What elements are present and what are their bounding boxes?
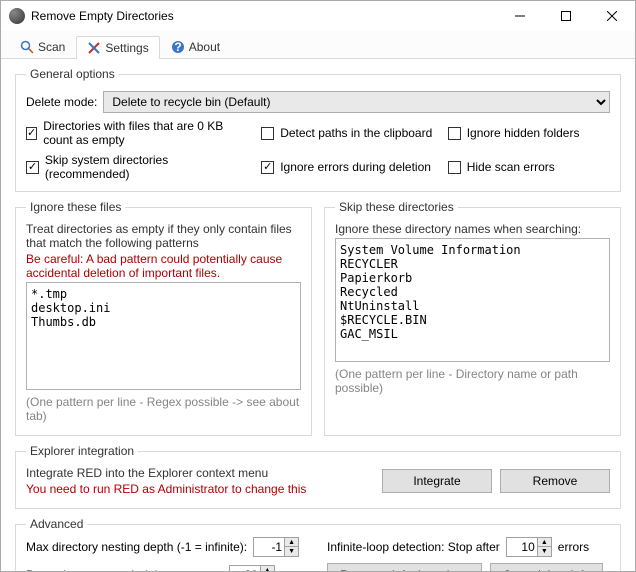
explorer-legend: Explorer integration <box>26 444 138 458</box>
explorer-integration-group: Explorer integration Integrate RED into … <box>15 444 621 509</box>
question-icon: ? <box>171 40 185 54</box>
general-legend: General options <box>26 67 119 81</box>
tab-settings[interactable]: Settings <box>76 36 159 59</box>
skip-dirs-textarea[interactable] <box>335 238 610 362</box>
spin-up-icon[interactable]: ▲ <box>284 538 298 547</box>
copy-debug-button[interactable]: Copy debug info <box>490 563 603 571</box>
delete-mode-label: Delete mode: <box>26 95 97 109</box>
tab-scan-label: Scan <box>38 40 65 54</box>
loop-input[interactable] <box>507 538 537 556</box>
loop-label: Infinite-loop detection: Stop after <box>327 540 500 554</box>
checkmark-icon <box>26 127 37 140</box>
checkmark-icon <box>261 161 274 174</box>
checkbox-ignore-hidden[interactable]: Ignore hidden folders <box>448 119 610 147</box>
checkbox-zero-kb[interactable]: Directories with files that are 0 KB cou… <box>26 119 253 147</box>
ignore-files-group: Ignore these files Treat directories as … <box>15 200 312 436</box>
checkbox-hide-errors[interactable]: Hide scan errors <box>448 153 610 181</box>
close-button[interactable] <box>589 1 635 31</box>
checkbox-ignore-errors[interactable]: Ignore errors during deletion <box>261 153 440 181</box>
skip-dirs-group: Skip these directories Ignore these dire… <box>324 200 621 436</box>
pause-label: Pause between each delete process: <box>26 568 223 571</box>
max-depth-stepper[interactable]: ▲▼ <box>253 537 299 557</box>
delete-mode-select[interactable]: Delete to recycle bin (Default) <box>103 91 610 113</box>
minimize-button[interactable] <box>497 1 543 31</box>
loop-stepper[interactable]: ▲▼ <box>506 537 552 557</box>
tab-scan[interactable]: Scan <box>9 35 76 58</box>
advanced-legend: Advanced <box>26 517 87 531</box>
ignore-files-hint: (One pattern per line - Regex possible -… <box>26 395 301 423</box>
tab-settings-label: Settings <box>105 41 148 55</box>
magnifier-icon <box>20 40 34 54</box>
spin-down-icon[interactable]: ▼ <box>537 547 551 556</box>
advanced-group: Advanced Max directory nesting depth (-1… <box>15 517 621 571</box>
pause-unit: ms <box>281 568 297 571</box>
tab-about[interactable]: ? About <box>160 35 231 58</box>
spin-down-icon[interactable]: ▼ <box>284 547 298 556</box>
ignore-files-warning: Be careful: A bad pattern could potentia… <box>26 252 301 280</box>
titlebar: Remove Empty Directories <box>1 1 635 31</box>
loop-unit: errors <box>558 540 589 554</box>
svg-text:?: ? <box>174 40 181 54</box>
skip-dirs-desc: Ignore these directory names when search… <box>335 222 610 236</box>
tab-about-label: About <box>189 40 220 54</box>
checkbox-skip-system[interactable]: Skip system directories (recommended) <box>26 153 253 181</box>
ignore-files-textarea[interactable] <box>26 282 301 390</box>
skip-dirs-hint: (One pattern per line - Directory name o… <box>335 367 610 395</box>
ignore-files-desc: Treat directories as empty if they only … <box>26 222 301 250</box>
spin-up-icon[interactable]: ▲ <box>537 538 551 547</box>
explorer-warn: You need to run RED as Administrator to … <box>26 482 374 496</box>
pause-stepper[interactable]: ▲▼ <box>229 565 275 571</box>
max-depth-input[interactable] <box>254 538 284 556</box>
checkmark-icon <box>26 161 39 174</box>
maximize-button[interactable] <box>543 1 589 31</box>
checkbox-detect-clipboard[interactable]: Detect paths in the clipboard <box>261 119 440 147</box>
remove-button[interactable]: Remove <box>500 469 610 493</box>
spin-up-icon[interactable]: ▲ <box>260 566 274 571</box>
reset-defaults-button[interactable]: Reset to default settings <box>327 563 482 571</box>
tabbar: Scan Settings ? About <box>1 31 635 59</box>
app-icon <box>9 8 25 24</box>
integrate-button[interactable]: Integrate <box>382 469 492 493</box>
explorer-desc: Integrate RED into the Explorer context … <box>26 466 374 480</box>
max-depth-label: Max directory nesting depth (-1 = infini… <box>26 540 247 554</box>
skip-dirs-legend: Skip these directories <box>335 200 458 214</box>
pause-input[interactable] <box>230 566 260 571</box>
ignore-files-legend: Ignore these files <box>26 200 125 214</box>
general-options-group: General options Delete mode: Delete to r… <box>15 67 621 192</box>
tools-icon <box>87 41 101 55</box>
window-title: Remove Empty Directories <box>31 9 497 23</box>
